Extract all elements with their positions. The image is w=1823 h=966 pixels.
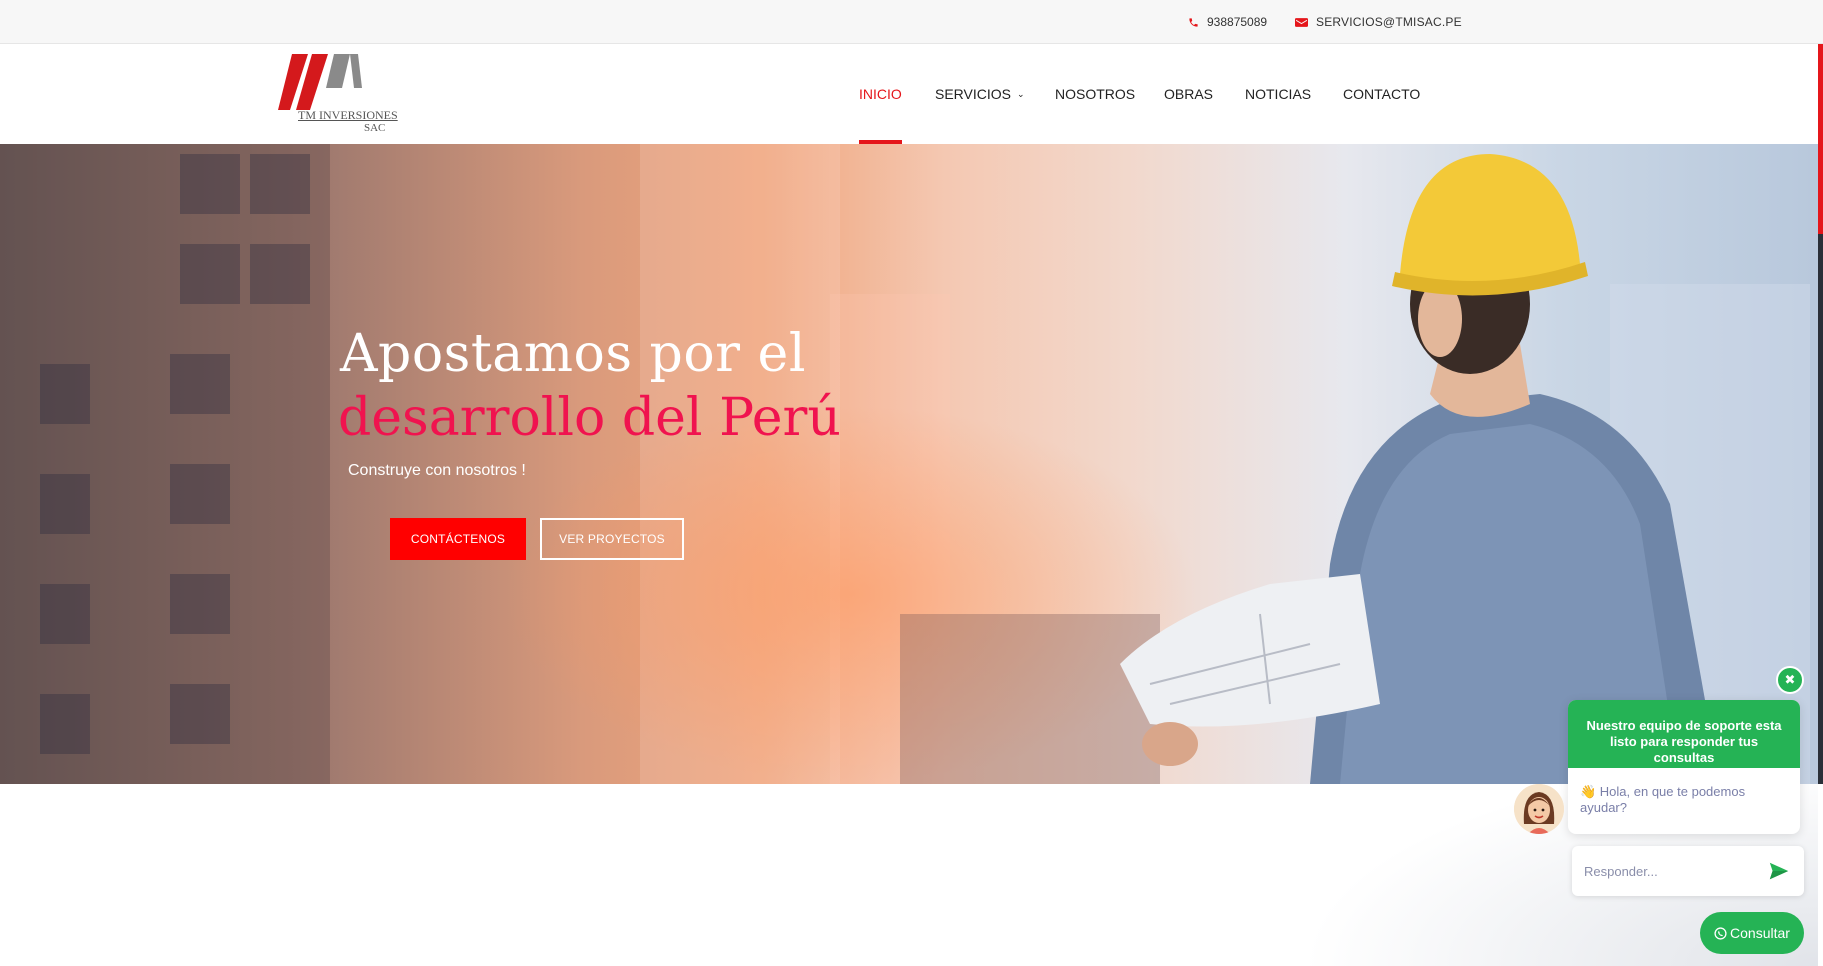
logo-subtext: SAC <box>364 122 386 134</box>
consult-button[interactable]: Consultar <box>1700 912 1804 954</box>
phone-icon <box>1189 17 1198 27</box>
nav-item-nosotros[interactable]: NOSOTROS <box>1055 44 1135 144</box>
building-window <box>170 684 230 744</box>
view-projects-button[interactable]: VER PROYECTOS <box>540 518 684 560</box>
contact-button[interactable]: CONTÁCTENOS <box>390 518 526 560</box>
nav-label: NOSOTROS <box>1055 86 1136 102</box>
building-window <box>180 154 240 214</box>
close-icon[interactable]: ✖ <box>1776 666 1804 694</box>
scrollbar-track[interactable] <box>1818 234 1823 784</box>
support-agent-avatar <box>1514 784 1564 834</box>
logo-text: TM INVERSIONES <box>298 108 398 122</box>
building-window <box>40 364 90 424</box>
support-avatar <box>1514 784 1564 834</box>
email-contact[interactable]: SERVICIOS@TMISAC.PE <box>1295 0 1462 44</box>
nav-item-noticias[interactable]: NOTICIAS <box>1245 44 1311 144</box>
hero-subtitle: Construye con nosotros ! <box>348 462 526 479</box>
chat-popup: Nuestro equipo de soporte esta listo par… <box>1568 700 1800 834</box>
building-window <box>170 354 230 414</box>
building-window <box>40 694 90 754</box>
hero-banner: Apostamos por el desarrollo del Perú Con… <box>0 144 1818 784</box>
phone-contact[interactable]: 938875089 <box>1188 0 1267 44</box>
nav-item-servicios[interactable]: SERVICIOS ⌄ <box>935 44 1025 144</box>
building-window <box>40 474 90 534</box>
building-window <box>250 244 310 304</box>
building-window <box>250 154 310 214</box>
send-icon[interactable] <box>1768 860 1790 882</box>
building-window <box>40 584 90 644</box>
main-header: TM INVERSIONES SAC INICIO SERVICIOS ⌄ NO… <box>0 44 1823 144</box>
scrollbar-thumb[interactable] <box>1818 44 1823 234</box>
hero-title-line1: Apostamos por el <box>340 324 806 384</box>
nav-label: INICIO <box>859 86 902 102</box>
chat-greeting: 👋 Hola, en que te podemos ayudar? <box>1580 784 1746 815</box>
nav-item-inicio[interactable]: INICIO <box>859 44 902 144</box>
building-window <box>170 464 230 524</box>
nav-label: CONTACTO <box>1343 86 1421 102</box>
envelope-icon <box>1295 17 1308 27</box>
building-window <box>180 244 240 304</box>
nav-label: NOTICIAS <box>1245 86 1312 102</box>
nav-item-obras[interactable]: OBRAS <box>1164 44 1213 144</box>
nav-label: SERVICIOS <box>935 86 1011 102</box>
reply-input[interactable] <box>1584 860 1754 882</box>
nav-label: OBRAS <box>1164 86 1214 102</box>
email-address: SERVICIOS@TMISAC.PE <box>1316 15 1462 29</box>
building-window <box>170 574 230 634</box>
phone-number: 938875089 <box>1207 15 1268 29</box>
logo-mark <box>278 54 362 110</box>
background-building <box>0 144 330 784</box>
chat-header: Nuestro equipo de soporte esta listo par… <box>1568 700 1800 768</box>
consult-label: Consultar <box>1730 925 1790 941</box>
chevron-down-icon: ⌄ <box>1017 88 1025 99</box>
top-bar: 938875089 SERVICIOS@TMISAC.PE <box>0 0 1823 44</box>
company-logo[interactable]: TM INVERSIONES SAC <box>278 52 398 138</box>
reply-box <box>1572 846 1804 896</box>
whatsapp-icon <box>1714 926 1727 940</box>
nav-item-contacto[interactable]: CONTACTO <box>1343 44 1420 144</box>
worker-illustration <box>1120 154 1720 784</box>
hero-title-line2: desarrollo del Perú <box>338 388 841 448</box>
